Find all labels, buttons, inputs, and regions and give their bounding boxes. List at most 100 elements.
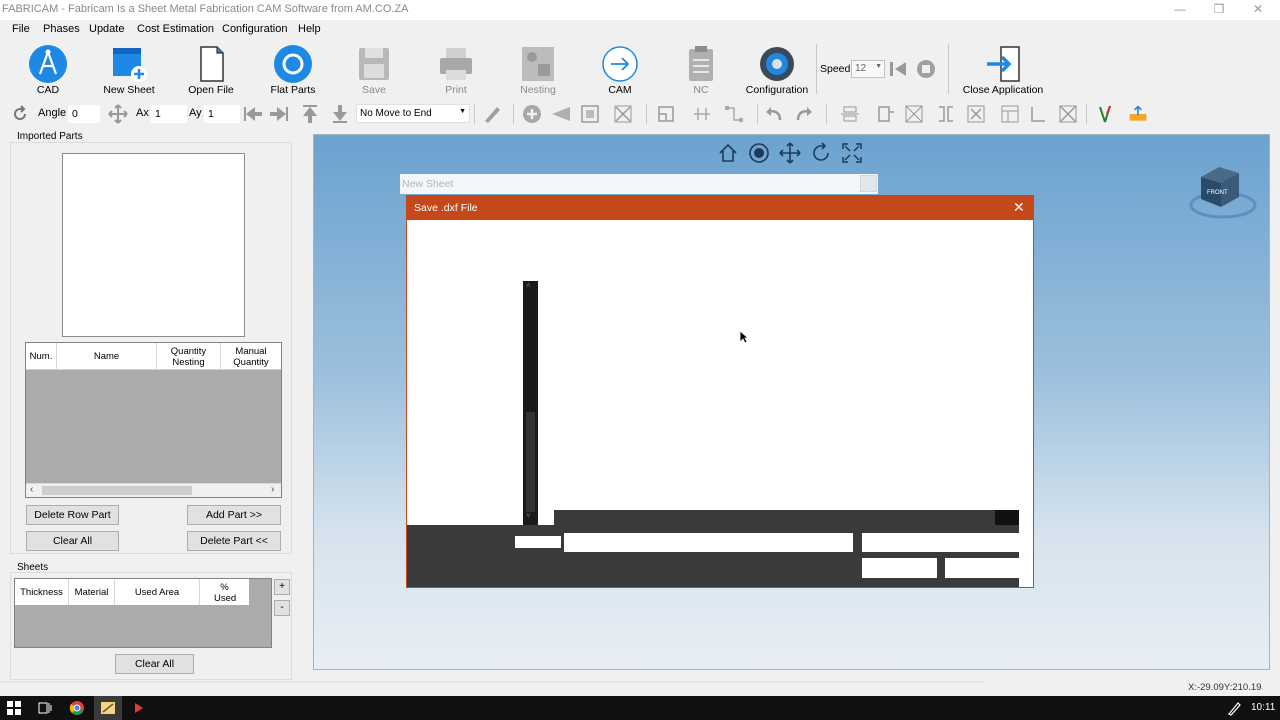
check-mark-icon[interactable] bbox=[1095, 104, 1115, 124]
open-file-button[interactable]: Open File bbox=[176, 42, 246, 98]
file-type-select[interactable] bbox=[862, 533, 1019, 552]
flat-parts-button[interactable]: Flat Parts bbox=[258, 42, 328, 98]
pen-ink-icon[interactable] bbox=[1226, 700, 1242, 716]
nc-delete-icon[interactable] bbox=[613, 104, 633, 124]
add-circle-icon[interactable] bbox=[522, 104, 542, 124]
task-view-icon[interactable] bbox=[37, 701, 53, 715]
menu-update[interactable]: Update bbox=[89, 23, 124, 35]
clear-all-parts-button[interactable]: Clear All bbox=[26, 531, 119, 551]
new-sheet-close-box[interactable] bbox=[860, 175, 877, 192]
target-view-icon[interactable] bbox=[748, 142, 770, 164]
menu-phases[interactable]: Phases bbox=[43, 23, 80, 35]
align-icon[interactable] bbox=[840, 104, 860, 124]
remove-sheet-button[interactable]: - bbox=[274, 600, 290, 616]
cam-button[interactable]: CAM bbox=[585, 42, 655, 98]
view-cube-icon[interactable]: FRONT bbox=[1187, 159, 1259, 221]
dialog-save-button[interactable] bbox=[862, 558, 937, 578]
corner-icon[interactable] bbox=[1028, 104, 1048, 124]
scroll-right-icon[interactable]: › bbox=[271, 484, 274, 495]
ax-input[interactable]: 1 bbox=[151, 105, 187, 123]
frame-icon[interactable] bbox=[1000, 104, 1020, 124]
add-part-button[interactable]: Add Part >> bbox=[187, 505, 281, 525]
shape-icon[interactable] bbox=[656, 104, 676, 124]
menu-file[interactable]: File bbox=[12, 23, 30, 35]
box-x-icon[interactable] bbox=[1058, 104, 1078, 124]
rotate-icon[interactable] bbox=[10, 104, 30, 124]
scroll-left-icon[interactable]: ‹ bbox=[30, 484, 33, 495]
orbit-icon[interactable] bbox=[810, 142, 832, 164]
minimize-icon[interactable]: — bbox=[1170, 2, 1190, 18]
nc-button[interactable]: NC bbox=[666, 42, 736, 98]
fit-screen-icon[interactable] bbox=[841, 142, 863, 164]
column-percent-used[interactable]: % Used bbox=[200, 579, 249, 605]
pan-icon[interactable] bbox=[779, 142, 801, 164]
move-left-end-icon[interactable] bbox=[243, 104, 263, 124]
delete-row-part-button[interactable]: Delete Row Part bbox=[26, 505, 119, 525]
redo-icon[interactable] bbox=[794, 104, 814, 124]
undo-icon[interactable] bbox=[764, 104, 784, 124]
mirror-icon[interactable] bbox=[551, 104, 571, 124]
save-disk-icon bbox=[359, 48, 389, 80]
nesting-button[interactable]: Nesting bbox=[503, 42, 573, 98]
link-icon[interactable] bbox=[724, 104, 744, 124]
pencil-icon[interactable] bbox=[482, 104, 502, 124]
cad-button[interactable]: CAD bbox=[13, 42, 83, 98]
add-sheet-button[interactable]: + bbox=[274, 579, 290, 595]
column-manual-quantity[interactable]: Manual Quantity bbox=[221, 343, 281, 370]
cross-delete-icon[interactable] bbox=[904, 104, 924, 124]
windows-start-icon[interactable] bbox=[7, 701, 21, 715]
configuration-button[interactable]: Configuration bbox=[742, 42, 812, 98]
menu-help[interactable]: Help bbox=[298, 23, 321, 35]
move-top-icon[interactable] bbox=[300, 104, 320, 124]
dialog-close-icon[interactable]: ✕ bbox=[1013, 199, 1025, 216]
column-quantity-nesting[interactable]: Quantity Nesting bbox=[157, 343, 221, 370]
move-arrows-icon[interactable] bbox=[108, 104, 128, 124]
column-used-area[interactable]: Used Area bbox=[115, 579, 200, 605]
stop-icon[interactable] bbox=[916, 59, 936, 79]
dialog-vertical-scrollbar[interactable]: ˄ ˅ bbox=[523, 281, 538, 525]
close-window-icon[interactable]: ✕ bbox=[1248, 2, 1268, 18]
angle-input[interactable]: 0 bbox=[68, 105, 100, 123]
skip-back-icon[interactable] bbox=[888, 60, 908, 78]
export-icon[interactable] bbox=[1128, 104, 1148, 124]
cursor-coordinates: X:-29.09Y:210.19 bbox=[1188, 682, 1262, 693]
restore-icon[interactable]: ❐ bbox=[1209, 2, 1229, 18]
column-material[interactable]: Material bbox=[69, 579, 115, 605]
dialog-cancel-button[interactable] bbox=[945, 558, 1019, 578]
column-name[interactable]: Name bbox=[57, 343, 157, 370]
scroll-up-icon[interactable]: ˄ bbox=[526, 281, 531, 290]
print-button[interactable]: Print bbox=[421, 42, 491, 98]
bracket-icon[interactable] bbox=[936, 104, 956, 124]
flat-parts-icon bbox=[274, 45, 312, 83]
scroll-down-icon[interactable]: ˅ bbox=[526, 511, 531, 520]
new-sheet-window[interactable]: New Sheet bbox=[400, 174, 878, 194]
column-thickness[interactable]: Thickness bbox=[15, 579, 69, 605]
delete-part-button[interactable]: Delete Part << bbox=[187, 531, 281, 551]
new-sheet-button[interactable]: New Sheet bbox=[94, 42, 164, 98]
chrome-icon[interactable] bbox=[69, 700, 85, 716]
move-to-end-select[interactable]: No Move to End ▼ bbox=[356, 104, 470, 123]
save-button[interactable]: Save bbox=[339, 42, 409, 98]
taskbar-active-app[interactable] bbox=[94, 696, 122, 720]
column-num[interactable]: Num. bbox=[26, 343, 57, 370]
menu-cost-estimation[interactable]: Cost Estimation bbox=[137, 23, 214, 35]
view-cube[interactable]: FRONT bbox=[1187, 159, 1259, 221]
speed-select[interactable]: 12 ▼ bbox=[851, 60, 885, 78]
parts-horizontal-scrollbar[interactable]: ‹ › bbox=[26, 483, 281, 497]
dialog-horizontal-scrollbar[interactable] bbox=[554, 510, 1019, 525]
menu-configuration[interactable]: Configuration bbox=[222, 23, 287, 35]
close-application-button[interactable]: Close Application bbox=[962, 42, 1044, 98]
home-icon[interactable] bbox=[717, 142, 739, 164]
scrollbar-track[interactable] bbox=[526, 412, 535, 512]
rotate-part-icon[interactable] bbox=[876, 104, 896, 124]
filename-input[interactable] bbox=[564, 533, 853, 552]
scrollbar-thumb[interactable] bbox=[42, 486, 192, 495]
move-bottom-icon[interactable] bbox=[330, 104, 350, 124]
scale-icon[interactable] bbox=[580, 104, 600, 124]
path-icon[interactable] bbox=[692, 104, 712, 124]
ay-input[interactable]: 1 bbox=[204, 105, 240, 123]
x-frame-icon[interactable] bbox=[966, 104, 986, 124]
clear-all-sheets-button[interactable]: Clear All bbox=[115, 654, 194, 674]
recorder-icon[interactable] bbox=[131, 700, 147, 716]
move-right-end-icon[interactable] bbox=[269, 104, 289, 124]
